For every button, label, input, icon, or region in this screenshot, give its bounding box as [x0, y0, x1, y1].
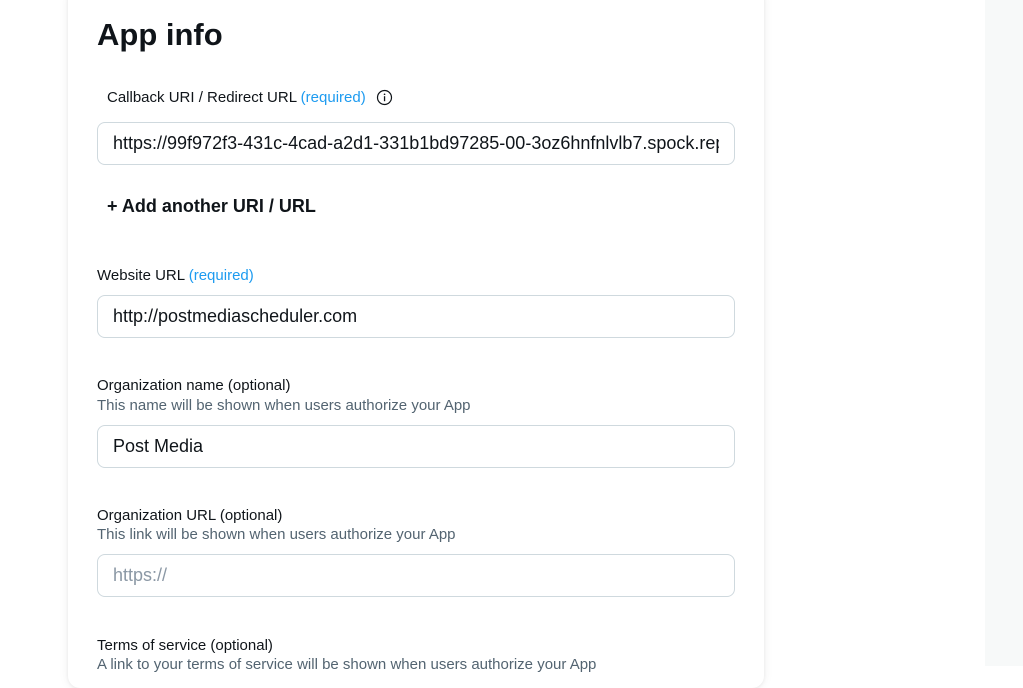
callback-label-row: Callback URI / Redirect URL (required) — [107, 88, 393, 108]
website-label-row: Website URL (required) — [97, 266, 254, 286]
right-background-strip — [985, 0, 1023, 666]
callback-url-input[interactable] — [97, 122, 735, 165]
website-label: Website URL — [97, 267, 185, 284]
org-url-label-row: Organization URL (optional) — [97, 506, 282, 526]
terms-label: Terms of service — [97, 637, 207, 654]
website-url-input[interactable] — [97, 295, 735, 338]
org-url-label: Organization URL — [97, 507, 216, 524]
add-another-uri-button[interactable]: + Add another URI / URL — [107, 194, 316, 218]
terms-label-row: Terms of service (optional) — [97, 636, 273, 656]
org-url-optional-tag: (optional) — [219, 507, 283, 524]
info-circle-icon[interactable] — [376, 89, 393, 106]
org-name-input[interactable] — [97, 425, 735, 468]
callback-required-tag: (required) — [300, 89, 366, 106]
org-name-hint: This name will be shown when users autho… — [97, 397, 471, 414]
terms-optional-tag: (optional) — [210, 637, 273, 654]
org-name-label: Organization name — [97, 377, 224, 394]
callback-label: Callback URI / Redirect URL — [107, 89, 297, 106]
org-url-hint: This link will be shown when users autho… — [97, 526, 456, 543]
website-required-tag: (required) — [188, 267, 254, 284]
org-name-optional-tag: (optional) — [227, 377, 291, 394]
terms-hint: A link to your terms of service will be … — [97, 656, 597, 673]
org-url-input[interactable] — [97, 554, 735, 597]
page-title: App info — [97, 17, 223, 52]
org-name-label-row: Organization name (optional) — [97, 376, 290, 396]
